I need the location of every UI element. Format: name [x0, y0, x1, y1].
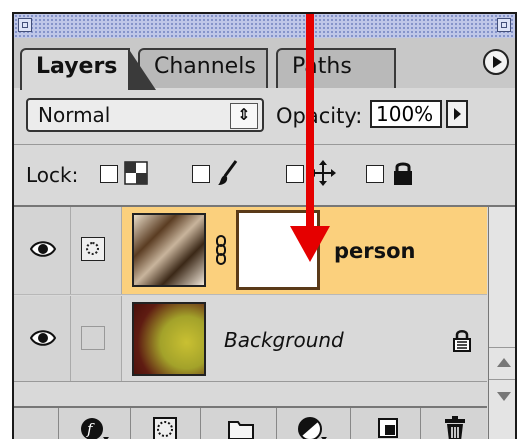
mask-indicator-cell[interactable]: [71, 296, 122, 381]
zoom-box-icon[interactable]: [497, 18, 511, 32]
lock-options-row: Lock:: [14, 145, 515, 207]
layer-name-background[interactable]: Background: [224, 328, 344, 352]
opacity-input[interactable]: 100%: [370, 100, 442, 128]
tab-channels-label: Channels: [154, 54, 256, 79]
lock-label: Lock:: [26, 163, 79, 187]
padlock-icon: [453, 330, 471, 352]
annotation-arrow-head: [290, 226, 330, 262]
scroll-down-arrow-icon[interactable]: [489, 379, 515, 411]
add-mask-icon[interactable]: [148, 414, 182, 439]
vertical-scrollbar[interactable]: [488, 207, 515, 439]
palette-title-bar[interactable]: [14, 14, 515, 39]
brush-icon: [218, 160, 238, 185]
visibility-toggle[interactable]: [14, 296, 71, 381]
lock-transparency-checkbox[interactable]: [100, 165, 118, 183]
tab-layers[interactable]: Layers: [20, 48, 156, 90]
trash-icon[interactable]: [438, 414, 472, 439]
layers-list: person Background: [14, 207, 487, 382]
lock-all-checkbox[interactable]: [366, 165, 384, 183]
lock-image-checkbox[interactable]: [192, 165, 210, 183]
adjustment-layer-icon[interactable]: [296, 414, 330, 439]
tab-paths[interactable]: Paths: [276, 48, 396, 88]
eye-icon: [30, 241, 56, 257]
new-set-icon[interactable]: [224, 414, 258, 439]
blend-mode-select[interactable]: Normal ⇕: [26, 98, 264, 132]
visibility-toggle[interactable]: [14, 207, 71, 294]
opacity-slider-button[interactable]: [446, 100, 468, 128]
tab-paths-label: Paths: [292, 54, 352, 79]
new-layer-icon[interactable]: [372, 414, 406, 439]
layers-palette: Layers Channels Paths Normal ⇕ Opacity: …: [12, 12, 517, 439]
blend-mode-value: Normal: [38, 103, 111, 127]
tab-layers-label: Layers: [36, 54, 118, 79]
opacity-label: Opacity:: [276, 104, 363, 128]
layer-thumbnail-background[interactable]: [132, 302, 206, 376]
layer-name-person[interactable]: person: [334, 239, 416, 263]
tab-bar: Layers Channels Paths: [14, 38, 515, 90]
empty-mask-indicator: [81, 326, 105, 350]
tab-channels[interactable]: Channels: [138, 48, 268, 88]
layer-style-icon[interactable]: f: [78, 414, 112, 439]
panel-menu-icon[interactable]: [483, 49, 509, 75]
transparency-checker-icon: [124, 161, 148, 185]
layer-thumbnail-person[interactable]: [132, 213, 206, 287]
layers-bottom-toolbar: f: [14, 406, 487, 439]
eye-icon: [30, 330, 56, 346]
stepper-arrows-icon[interactable]: ⇕: [230, 103, 258, 129]
blend-options-row: Normal ⇕ Opacity: 100%: [14, 88, 515, 145]
layer-row-person[interactable]: person: [14, 207, 487, 295]
lock-all-icon: [394, 162, 412, 185]
annotation-arrow-shaft: [306, 14, 314, 232]
layer-mask-indicator-icon: [81, 237, 105, 261]
mask-indicator-cell[interactable]: [71, 207, 122, 294]
lock-position-checkbox[interactable]: [286, 165, 304, 183]
close-box-icon[interactable]: [18, 18, 32, 32]
layer-row-background[interactable]: Background: [14, 296, 487, 382]
scroll-up-arrow-icon[interactable]: [489, 347, 515, 379]
link-chain-icon[interactable]: [214, 235, 228, 265]
